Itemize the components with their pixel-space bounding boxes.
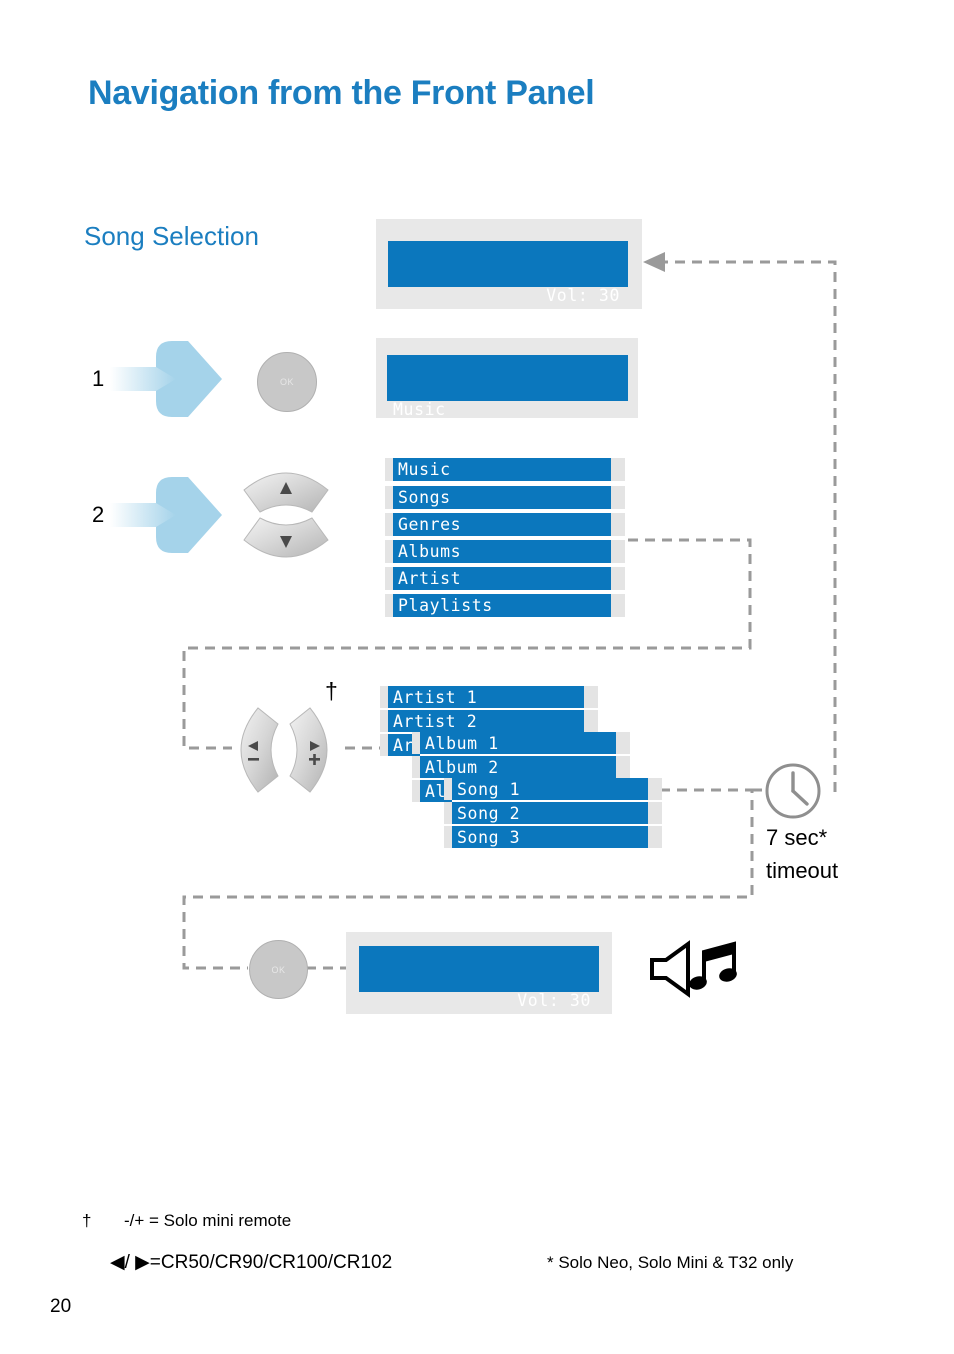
- start-display-source: iPod: [457, 307, 500, 326]
- artist-row-2-label: Artist 2: [388, 710, 584, 732]
- menu-row-playlists[interactable]: Playlists: [385, 594, 625, 617]
- menu-row-artist-label: Artist: [393, 567, 611, 590]
- song-row-2[interactable]: Song 2: [444, 802, 662, 824]
- left-right-buttons: [240, 707, 328, 793]
- playing-display-screen: iPod ▶ Vol: 30 Song 1: [359, 946, 599, 1094]
- footnote-marker-dagger: †: [82, 1211, 92, 1230]
- timeout-label-line2: timeout: [766, 858, 839, 883]
- playing-display-line1: iPod ▶ Vol: 30: [365, 990, 593, 1031]
- menu-row-genres[interactable]: Genres: [385, 513, 625, 536]
- music-note-icon: [690, 941, 737, 990]
- song-row-1-label: Song 1: [452, 778, 648, 800]
- start-display-line1: iPod Vol: 30: [394, 285, 622, 326]
- step-1-arrow-icon: [110, 341, 222, 417]
- music-display-screen: Music Make Selection: [387, 355, 628, 482]
- left-button[interactable]: [240, 707, 279, 793]
- menu-row-playlists-label: Playlists: [393, 594, 611, 617]
- playing-display-track: Song 1: [428, 1075, 492, 1094]
- dagger-marker: †: [325, 678, 338, 704]
- menu-row-genres-label: Genres: [393, 513, 611, 536]
- artist-row-2[interactable]: Artist 2: [380, 710, 598, 732]
- menu-row-songs-label: Songs: [393, 486, 611, 509]
- menu-row-albums-label: Albums: [393, 540, 611, 563]
- album-row-1-label: Album 1: [420, 732, 616, 754]
- playing-display-line2: Song 1: [365, 1053, 593, 1094]
- footnote-arrows-text: ◀/ ▶=CR50/CR90/CR100/CR102: [110, 1252, 393, 1273]
- footnote-asterisk-text: * Solo Neo, Solo Mini & T32 only: [547, 1253, 794, 1272]
- playing-display-source: iPod ▶: [428, 1012, 492, 1031]
- page-title: Navigation from the Front Panel: [88, 74, 595, 112]
- menu-row-songs[interactable]: Songs: [385, 486, 625, 509]
- step-2-number: 2: [92, 502, 105, 527]
- song-row-3-label: Song 3: [452, 826, 648, 848]
- album-row-2-label: Album 2: [420, 756, 616, 778]
- album-row-1[interactable]: Album 1: [412, 732, 630, 754]
- menu-row-albums[interactable]: Albums: [385, 540, 625, 563]
- clock-icon: [765, 763, 821, 819]
- step-1-number: 1: [92, 366, 105, 391]
- timeout-label-line1: 7 sec*: [766, 825, 828, 850]
- artist-row-1[interactable]: Artist 1: [380, 686, 598, 708]
- footnote-dagger-text: -/+ = Solo mini remote: [124, 1211, 292, 1230]
- menu-row-artist[interactable]: Artist: [385, 567, 625, 590]
- song-row-1[interactable]: Song 1: [444, 778, 662, 800]
- minus-icon: [248, 758, 259, 761]
- start-display-screen: iPod Vol: 30 Stopped Press OK: [388, 241, 628, 389]
- menu-row-music[interactable]: Music: [385, 458, 625, 481]
- menu-row-music-label: Music: [393, 458, 611, 481]
- start-display-volume: Vol: 30: [546, 286, 620, 305]
- song-row-2-label: Song 2: [452, 802, 648, 824]
- song-row-3[interactable]: Song 3: [444, 826, 662, 848]
- artist-row-1-label: Artist 1: [388, 686, 584, 708]
- up-down-buttons: [243, 472, 329, 558]
- section-title: Song Selection: [84, 221, 259, 251]
- flow-connectors: [182, 252, 837, 970]
- page-number: 20: [50, 1296, 72, 1317]
- manual-page: Navigation from the Front Panel Song Sel…: [0, 0, 954, 1354]
- step-1-ok-button[interactable]: OK: [257, 352, 317, 412]
- music-display-line1: Music: [393, 400, 446, 419]
- album-row-2[interactable]: Album 2: [412, 756, 630, 778]
- right-button[interactable]: [289, 707, 328, 793]
- final-ok-button[interactable]: OK: [249, 940, 308, 999]
- playing-display-volume: Vol: 30: [517, 991, 591, 1010]
- step-2-arrow-icon: [110, 477, 222, 553]
